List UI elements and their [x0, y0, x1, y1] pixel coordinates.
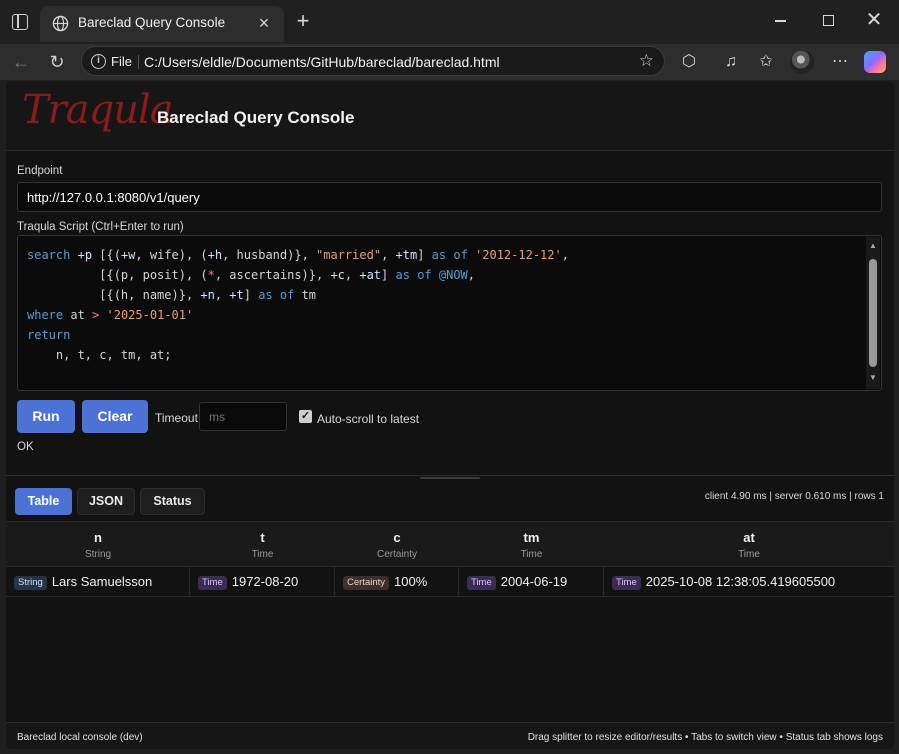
- browser-toolbar: ← ↻ i File C:/Users/eldle/Documents/GitH…: [0, 44, 899, 80]
- endpoint-label: Endpoint: [17, 165, 63, 177]
- editor-scrollbar[interactable]: ▲ ▼: [866, 237, 880, 389]
- column-header[interactable]: t Time: [190, 522, 335, 568]
- column-name: n: [94, 530, 102, 545]
- media-icon[interactable]: ♫: [720, 51, 742, 73]
- table-cell[interactable]: Certainty 100%: [335, 567, 459, 597]
- reload-icon[interactable]: ↻: [44, 49, 70, 75]
- tab-table[interactable]: Table: [15, 488, 72, 515]
- scroll-down-arrow-icon[interactable]: ▼: [869, 373, 877, 382]
- more-menu-icon[interactable]: ⋯: [829, 51, 851, 73]
- footer: Bareclad local console (dev) Drag splitt…: [6, 722, 894, 749]
- results-tabbar: Table JSON Status client 4.90 ms | serve…: [6, 481, 894, 518]
- cell-value: 100%: [394, 574, 428, 589]
- table-cell[interactable]: Time 1972-08-20: [190, 567, 335, 597]
- timings-text: client 4.90 ms | server 0.610 ms | rows …: [704, 491, 884, 502]
- autoscroll-label: Auto-scroll to latest: [317, 412, 420, 426]
- results-table: n String t Time c Certainty tm Time at T…: [6, 521, 894, 721]
- scroll-up-arrow-icon[interactable]: ▲: [869, 241, 877, 250]
- tab-actions-icon[interactable]: [12, 14, 28, 30]
- timeout-label: Timeout: [155, 411, 198, 425]
- profile-avatar[interactable]: [790, 50, 814, 74]
- app-window: Traqula Bareclad Query Console Endpoint …: [6, 81, 894, 749]
- type-badge: Time: [198, 576, 227, 590]
- scroll-thumb[interactable]: [869, 259, 877, 367]
- table-cell[interactable]: Time 2004-06-19: [459, 567, 604, 597]
- column-name: c: [393, 530, 401, 545]
- traqula-logo: Traqula: [22, 87, 174, 133]
- column-name: at: [743, 530, 755, 545]
- script-editor[interactable]: search +p [{(+w, wife), (+h, husband)}, …: [17, 235, 882, 391]
- browser-tab[interactable]: Bareclad Query Console ×: [40, 6, 284, 42]
- type-badge: Time: [467, 576, 496, 590]
- column-name: tm: [523, 530, 540, 545]
- app-header: Traqula Bareclad Query Console: [6, 81, 894, 151]
- column-type: Certainty: [376, 549, 417, 560]
- browser-titlebar: Bareclad Query Console × + ✕: [0, 0, 899, 44]
- type-badge: Time: [612, 576, 641, 590]
- splitter-grip[interactable]: [420, 477, 480, 479]
- script-code[interactable]: search +p [{(+w, wife), (+h, husband)}, …: [27, 245, 569, 365]
- type-badge: String: [14, 576, 47, 590]
- cell-value: 2025-10-08 12:38:05.419605500: [645, 574, 836, 589]
- column-header[interactable]: c Certainty: [335, 522, 459, 568]
- tab-status[interactable]: Status: [140, 488, 205, 515]
- address-divider: [138, 55, 139, 69]
- autoscroll-checkbox[interactable]: ✓: [299, 410, 312, 423]
- column-type: Time: [520, 549, 543, 560]
- table-row[interactable]: String Lars Samuelsson Time 1972-08-20 Cer…: [6, 567, 894, 597]
- tab-title: Bareclad Query Console: [78, 15, 226, 30]
- clear-button[interactable]: Clear: [82, 400, 148, 433]
- scheme-label: File: [111, 54, 132, 69]
- splitter[interactable]: [6, 475, 894, 476]
- close-tab-icon[interactable]: ×: [254, 13, 274, 33]
- column-type: Time: [251, 549, 274, 560]
- info-icon[interactable]: i: [91, 54, 106, 69]
- new-tab-icon[interactable]: +: [292, 10, 314, 32]
- tab-json[interactable]: JSON: [77, 488, 135, 515]
- cell-value: 1972-08-20: [231, 574, 299, 589]
- table-header: n String t Time c Certainty tm Time at T…: [6, 521, 894, 567]
- globe-icon: [52, 15, 69, 32]
- column-type: String: [84, 549, 112, 560]
- minimize-icon[interactable]: [775, 20, 786, 22]
- copilot-icon[interactable]: [864, 51, 886, 73]
- type-badge: Certainty: [343, 576, 390, 590]
- close-window-icon[interactable]: ✕: [864, 9, 884, 31]
- status-text: OK: [17, 441, 34, 453]
- back-arrow-icon[interactable]: ←: [8, 49, 34, 75]
- favorites-icon[interactable]: ✩: [755, 51, 777, 73]
- endpoint-input[interactable]: [17, 182, 882, 212]
- table-cell[interactable]: String Lars Samuelsson: [6, 567, 190, 597]
- cell-value: 2004-06-19: [500, 574, 568, 589]
- extensions-icon[interactable]: ⬡: [678, 51, 700, 73]
- column-name: t: [260, 530, 265, 545]
- run-button[interactable]: Run: [17, 400, 75, 433]
- table-cell[interactable]: Time 2025-10-08 12:38:05.419605500: [604, 567, 894, 597]
- timeout-input[interactable]: [199, 402, 287, 431]
- maximize-icon[interactable]: [823, 15, 834, 26]
- url-text[interactable]: C:/Users/eldle/Documents/GitHub/bareclad…: [144, 54, 500, 70]
- cell-value: Lars Samuelsson: [51, 574, 153, 589]
- footer-right-text: Drag splitter to resize editor/results •…: [527, 732, 883, 743]
- column-header[interactable]: n String: [6, 522, 190, 568]
- script-label: Traqula Script (Ctrl+Enter to run): [17, 221, 184, 233]
- favorite-star-icon[interactable]: ☆: [639, 51, 654, 71]
- page-title: Bareclad Query Console: [157, 108, 355, 127]
- column-type: Time: [738, 549, 760, 560]
- footer-left-text: Bareclad local console (dev): [17, 732, 143, 743]
- address-bar[interactable]: i File C:/Users/eldle/Documents/GitHub/b…: [81, 46, 665, 76]
- column-header[interactable]: tm Time: [459, 522, 604, 568]
- column-header[interactable]: at Time: [604, 522, 894, 568]
